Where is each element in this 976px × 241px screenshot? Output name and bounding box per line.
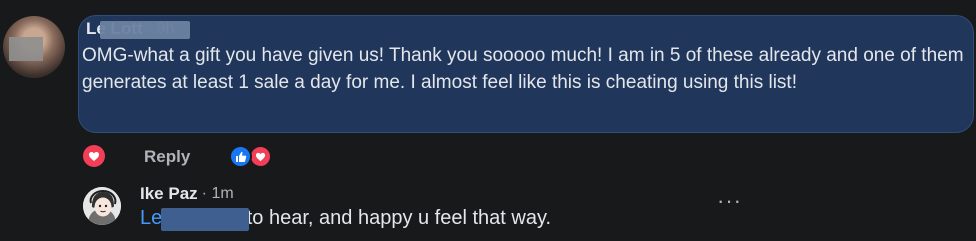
mention-link[interactable]: Le ott [140, 207, 249, 231]
reply-text: Le ott great to hear, and happy u feel t… [140, 207, 551, 231]
heart-reaction-button[interactable] [83, 145, 105, 167]
author-name-redaction [100, 21, 190, 39]
heart-icon [89, 151, 99, 161]
comment-text: OMG-what a gift you have given us! Thank… [82, 45, 964, 93]
like-reaction-icon[interactable] [229, 145, 252, 168]
reply-author-avatar[interactable] [83, 187, 121, 225]
comment-author-name[interactable]: Le Lott [86, 19, 190, 39]
more-options-icon[interactable]: ··· [717, 190, 741, 212]
love-reaction-icon[interactable] [249, 145, 272, 168]
heart-icon [255, 152, 266, 161]
reply-meta: Ike Paz · 1m [140, 184, 234, 204]
thumbs-up-icon [235, 151, 246, 162]
cartoon-face-icon [83, 187, 121, 225]
comment-meta: Le Lott · 9h [86, 18, 190, 40]
mention-redaction [161, 208, 249, 231]
reply-time[interactable]: · 1m [202, 185, 234, 203]
comment-author-avatar[interactable] [3, 16, 65, 78]
reply-author-name[interactable]: Ike Paz [140, 184, 198, 204]
avatar-privacy-blur [9, 37, 43, 61]
reply-button[interactable]: Reply [144, 147, 190, 167]
